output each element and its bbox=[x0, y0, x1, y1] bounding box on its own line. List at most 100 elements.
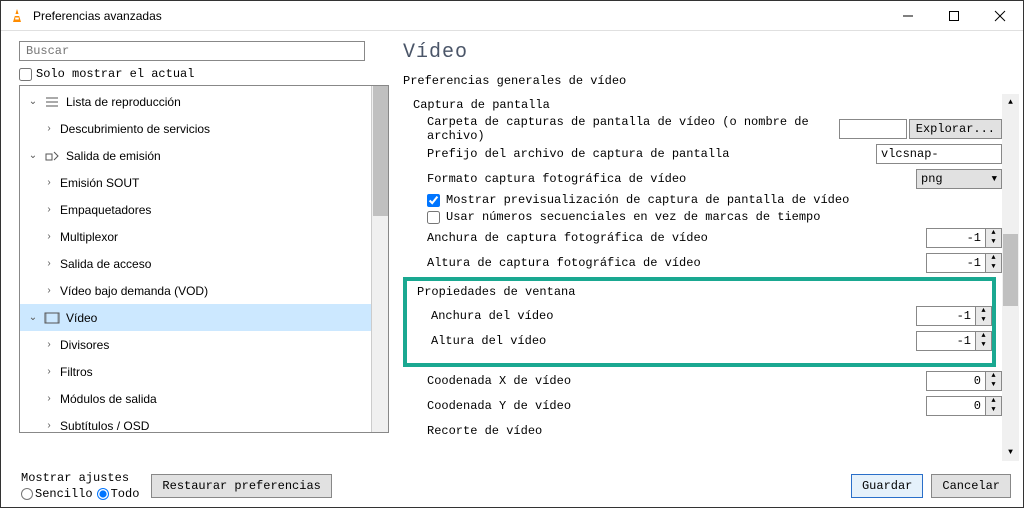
screenshot-folder-input[interactable] bbox=[839, 119, 907, 139]
spin-down-icon[interactable]: ▼ bbox=[976, 316, 991, 325]
tree-item[interactable]: ›Divisores bbox=[20, 331, 371, 358]
spin-down-icon[interactable]: ▼ bbox=[986, 381, 1001, 390]
settings-mode-radio[interactable]: Sencillo Todo bbox=[21, 487, 139, 501]
spin-up-icon[interactable]: ▲ bbox=[986, 372, 1001, 381]
reset-button[interactable]: Restaurar preferencias bbox=[151, 474, 331, 498]
tree-item-label: Salida de emisión bbox=[66, 149, 161, 163]
spin-down-icon[interactable]: ▼ bbox=[976, 341, 991, 350]
video-height-input[interactable] bbox=[917, 334, 975, 348]
tree-item[interactable]: › Empaquetadores bbox=[20, 196, 371, 223]
chevron-right-icon[interactable]: › bbox=[42, 339, 56, 350]
tree-item[interactable]: › Módulos de salida bbox=[20, 385, 371, 412]
video-width-spinner[interactable]: ▲▼ bbox=[916, 306, 992, 326]
chevron-right-icon[interactable]: › bbox=[42, 393, 56, 404]
tree-item[interactable]: ⌄ Vídeo bbox=[20, 304, 371, 331]
width-capture-input[interactable] bbox=[927, 231, 985, 245]
simple-radio[interactable]: Sencillo bbox=[21, 487, 93, 501]
height-capture-input[interactable] bbox=[927, 256, 985, 270]
crop-row: Recorte de vídeo bbox=[427, 420, 1002, 442]
tree-item[interactable]: ›Emisión SOUT bbox=[20, 169, 371, 196]
use-seq-label: Usar números secuenciales en vez de marc… bbox=[446, 210, 820, 224]
only-current-label: Solo mostrar el actual bbox=[36, 67, 194, 81]
vlc-icon bbox=[9, 8, 25, 24]
right-scroll-thumb[interactable] bbox=[1003, 234, 1018, 306]
tree-item[interactable]: ›Descubrimiento de servicios bbox=[20, 115, 371, 142]
window-group-label: Propiedades de ventana bbox=[417, 285, 992, 299]
minimize-button[interactable] bbox=[885, 1, 931, 31]
video-height-spinner[interactable]: ▲▼ bbox=[916, 331, 992, 351]
tree-item-label: Empaquetadores bbox=[60, 203, 151, 217]
chevron-right-icon[interactable]: › bbox=[42, 420, 56, 431]
chevron-right-icon[interactable]: › bbox=[42, 231, 56, 242]
coord-y-spinner[interactable]: ▲▼ bbox=[926, 396, 1002, 416]
spin-up-icon[interactable]: ▲ bbox=[986, 254, 1001, 263]
coord-x-spinner[interactable]: ▲▼ bbox=[926, 371, 1002, 391]
tree-item-label: Módulos de salida bbox=[60, 392, 157, 406]
chevron-right-icon[interactable]: › bbox=[42, 204, 56, 215]
only-current-checkbox[interactable]: Solo mostrar el actual bbox=[19, 67, 389, 81]
format-select[interactable]: png ▼ bbox=[916, 169, 1002, 189]
right-scrollbar[interactable]: ▲ ▼ bbox=[1002, 94, 1019, 461]
tree-item[interactable]: ⌄ Salida de emisión bbox=[20, 142, 371, 169]
video-width-row: Anchura del vídeo ▲▼ bbox=[431, 305, 992, 327]
tree-item[interactable]: ›Filtros bbox=[20, 358, 371, 385]
cancel-button[interactable]: Cancelar bbox=[931, 474, 1011, 498]
tree-container: ⌄Lista de reproducción›Descubrimiento de… bbox=[19, 85, 389, 433]
spin-up-icon[interactable]: ▲ bbox=[986, 229, 1001, 238]
search-input[interactable] bbox=[19, 41, 365, 61]
browse-button[interactable]: Explorar... bbox=[909, 119, 1002, 139]
video-width-input[interactable] bbox=[917, 309, 975, 323]
tree-item-label: Multiplexor bbox=[60, 230, 118, 244]
close-button[interactable] bbox=[977, 1, 1023, 31]
spin-up-icon[interactable]: ▲ bbox=[986, 397, 1001, 406]
only-current-box[interactable] bbox=[19, 68, 32, 81]
section-subtitle: Preferencias generales de vídeo bbox=[397, 74, 1019, 88]
chevron-right-icon[interactable]: › bbox=[42, 366, 56, 377]
tree-item-label: Subtítulos / OSD bbox=[60, 419, 149, 433]
tree-item[interactable]: ›Salida de acceso bbox=[20, 250, 371, 277]
show-preview-box[interactable] bbox=[427, 194, 440, 207]
coord-y-row: Coodenada Y de vídeo ▲▼ bbox=[427, 395, 1002, 417]
coord-y-input[interactable] bbox=[927, 399, 985, 413]
chevron-down-icon: ▼ bbox=[992, 174, 997, 184]
save-button[interactable]: Guardar bbox=[851, 474, 923, 498]
spin-down-icon[interactable]: ▼ bbox=[986, 406, 1001, 415]
spin-down-icon[interactable]: ▼ bbox=[986, 238, 1001, 247]
spin-down-icon[interactable]: ▼ bbox=[986, 263, 1001, 272]
use-seq-box[interactable] bbox=[427, 211, 440, 224]
show-preview-label: Mostrar previsualización de captura de p… bbox=[446, 193, 849, 207]
coord-x-input[interactable] bbox=[927, 374, 985, 388]
chevron-right-icon[interactable]: › bbox=[42, 258, 56, 269]
show-settings-label: Mostrar ajustes bbox=[21, 471, 139, 485]
maximize-button[interactable] bbox=[931, 1, 977, 31]
tree-scrollbar[interactable] bbox=[371, 86, 388, 432]
scroll-up-icon[interactable]: ▲ bbox=[1002, 94, 1019, 111]
width-capture-spinner[interactable]: ▲▼ bbox=[926, 228, 1002, 248]
scroll-down-icon[interactable]: ▼ bbox=[1002, 444, 1019, 461]
chevron-down-icon[interactable]: ⌄ bbox=[26, 96, 40, 107]
tree-item-label: Vídeo bbox=[66, 311, 97, 325]
spin-up-icon[interactable]: ▲ bbox=[976, 307, 991, 316]
spin-up-icon[interactable]: ▲ bbox=[976, 332, 991, 341]
chevron-right-icon[interactable]: › bbox=[42, 285, 56, 296]
chevron-right-icon[interactable]: › bbox=[42, 123, 56, 134]
show-preview-checkbox[interactable]: Mostrar previsualización de captura de p… bbox=[427, 193, 1002, 207]
tree-item[interactable]: › Multiplexor bbox=[20, 223, 371, 250]
left-panel: Solo mostrar el actual ⌄Lista de reprodu… bbox=[1, 31, 397, 465]
tree-item[interactable]: › Subtítulos / OSD bbox=[20, 412, 371, 432]
list-icon bbox=[44, 94, 60, 110]
titlebar: Preferencias avanzadas bbox=[1, 1, 1023, 31]
prefix-input[interactable] bbox=[876, 144, 1002, 164]
chevron-right-icon[interactable]: › bbox=[42, 177, 56, 188]
preferences-tree[interactable]: ⌄Lista de reproducción›Descubrimiento de… bbox=[20, 86, 371, 432]
tree-scroll-thumb[interactable] bbox=[373, 86, 388, 216]
height-capture-spinner[interactable]: ▲▼ bbox=[926, 253, 1002, 273]
chevron-down-icon[interactable]: ⌄ bbox=[26, 312, 40, 323]
tree-item[interactable]: ›Vídeo bajo demanda (VOD) bbox=[20, 277, 371, 304]
tree-item[interactable]: ⌄Lista de reproducción bbox=[20, 88, 371, 115]
video-height-row: Altura del vídeo ▲▼ bbox=[431, 330, 992, 352]
chevron-down-icon[interactable]: ⌄ bbox=[26, 150, 40, 161]
all-radio[interactable]: Todo bbox=[97, 487, 140, 501]
window-controls bbox=[885, 1, 1023, 31]
use-seq-checkbox[interactable]: Usar números secuenciales en vez de marc… bbox=[427, 210, 1002, 224]
